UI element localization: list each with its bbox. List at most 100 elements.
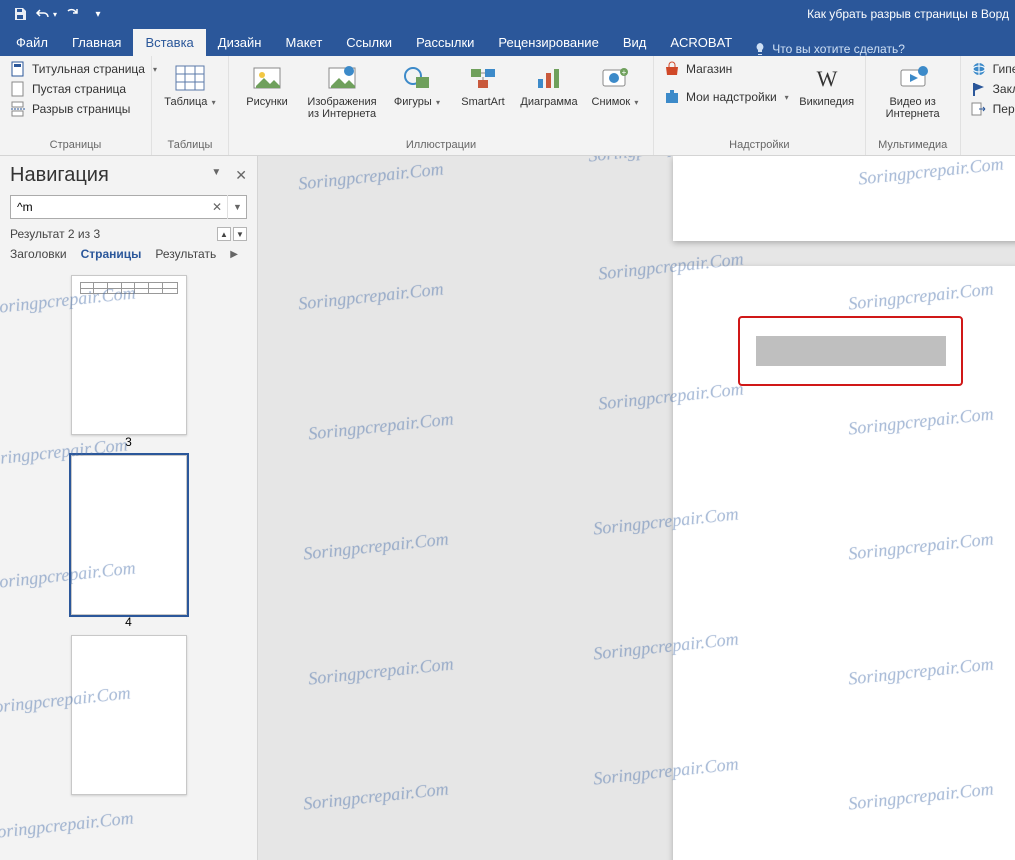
pictures-button[interactable]: Рисунки	[237, 60, 297, 110]
save-icon	[13, 7, 27, 21]
watermark: Soringpcrepair.Com	[297, 158, 444, 194]
group-pages: Титульная страница ▾ Пустая страница Раз…	[0, 56, 152, 155]
cover-page-button[interactable]: Титульная страница ▾	[8, 60, 159, 78]
group-media-label: Мультимедиа	[874, 137, 952, 155]
document-title: Как убрать разрыв страницы в Ворд	[807, 0, 1009, 28]
page-current[interactable]	[673, 266, 1015, 860]
undo-icon	[35, 7, 51, 21]
thumbnail-page-3[interactable]	[71, 275, 187, 435]
screenshot-label: Снимок	[592, 96, 631, 108]
group-tables: Таблица ▾ Таблицы	[152, 56, 229, 155]
thumb-table-icon	[80, 282, 178, 294]
chevron-down-icon: ▾	[434, 98, 440, 107]
group-addins-label: Надстройки	[662, 137, 857, 155]
tab-insert[interactable]: Вставка	[133, 29, 205, 56]
chevron-down-icon: ▾	[209, 98, 215, 107]
customize-icon: ▾	[95, 9, 100, 20]
title-bar: ▾ ▾ Как убрать разрыв страницы в Ворд	[0, 0, 1015, 28]
qat-customize-button[interactable]: ▾	[86, 2, 110, 26]
online-video-button[interactable]: Видео изИнтернета	[874, 60, 952, 122]
pictures-icon	[251, 62, 283, 94]
tab-view[interactable]: Вид	[611, 29, 659, 56]
undo-button[interactable]: ▾	[34, 2, 58, 26]
page-previous[interactable]	[673, 156, 1015, 241]
tab-file[interactable]: Файл	[4, 29, 60, 56]
wikipedia-button[interactable]: W Википедия	[797, 60, 857, 110]
ribbon-tabs: Файл Главная Вставка Дизайн Макет Ссылки…	[0, 28, 1015, 56]
smartart-button[interactable]: SmartArt	[453, 60, 513, 110]
shapes-icon	[401, 62, 433, 94]
crossref-icon	[971, 101, 987, 117]
bookmark-icon	[971, 81, 987, 97]
hyperlink-button[interactable]: Гиперссылка	[969, 60, 1015, 78]
group-illustrations: Рисунки Изображенияиз Интернета Фигуры ▾…	[229, 56, 654, 155]
thumbnail-page-4[interactable]	[71, 455, 187, 615]
watermark: Soringpcrepair.Com	[307, 653, 454, 689]
online-pictures-icon	[326, 62, 358, 94]
screenshot-icon: +	[599, 62, 631, 94]
workspace: Навигация ▼ ✕ ✕ ▼ Результат 2 из 3 ▲ ▼ З…	[0, 156, 1015, 860]
thumbnail-page-5[interactable]	[71, 635, 187, 795]
my-addins-button[interactable]: Мои надстройки ▾	[662, 88, 791, 106]
search-options-button[interactable]: ▼	[227, 195, 247, 219]
watermark: Soringpcrepair.Com	[297, 278, 444, 314]
tab-mailings[interactable]: Рассылки	[404, 29, 486, 56]
page-break-button[interactable]: Разрыв страницы	[8, 100, 159, 118]
next-result-button[interactable]: ▼	[233, 227, 247, 241]
tab-references[interactable]: Ссылки	[334, 29, 404, 56]
page-break-label: Разрыв страницы	[32, 102, 130, 116]
tab-review[interactable]: Рецензирование	[486, 29, 610, 56]
nav-close-button[interactable]: ✕	[235, 167, 247, 184]
store-label: Магазин	[686, 62, 732, 76]
redo-button[interactable]	[60, 2, 84, 26]
shapes-button[interactable]: Фигуры ▾	[387, 60, 447, 111]
group-links-label: Ссылки	[969, 137, 1015, 155]
nav-options-button[interactable]: ▼	[211, 167, 221, 184]
group-tables-label: Таблицы	[160, 137, 220, 155]
clear-search-button[interactable]: ✕	[207, 195, 227, 219]
blank-page-button[interactable]: Пустая страница	[8, 80, 159, 98]
tab-home[interactable]: Главная	[60, 29, 133, 56]
table-button[interactable]: Таблица ▾	[160, 60, 220, 111]
thumb-number: 3	[125, 435, 132, 449]
table-icon	[174, 62, 206, 94]
my-addins-label: Мои надстройки	[686, 90, 777, 104]
tab-design[interactable]: Дизайн	[206, 29, 274, 56]
prev-result-button[interactable]: ▲	[217, 227, 231, 241]
page-thumbnails: 3 4	[10, 271, 247, 852]
page-break-marker[interactable]	[756, 336, 946, 366]
nav-tab-pages[interactable]: Страницы	[81, 247, 142, 261]
crossref-button[interactable]: Перекрестная ссылка	[969, 100, 1015, 118]
lightbulb-icon	[754, 42, 766, 56]
wikipedia-label: Википедия	[799, 96, 854, 108]
tell-me-search[interactable]: Что вы хотите сделать?	[744, 42, 915, 56]
bookmark-label: Закладка	[993, 82, 1015, 96]
online-pictures-button[interactable]: Изображенияиз Интернета	[303, 60, 381, 122]
store-button[interactable]: Магазин	[662, 60, 791, 78]
video-icon	[897, 62, 929, 94]
page-break-icon	[10, 101, 26, 117]
chevron-down-icon: ▾	[53, 10, 57, 19]
save-button[interactable]	[8, 2, 32, 26]
document-area[interactable]: Soringpcrepair.Com Soringpcrepair.Com So…	[258, 156, 1015, 860]
screenshot-button[interactable]: + Снимок ▾	[585, 60, 645, 111]
group-links: Гиперссылка Закладка Перекрестная ссылка…	[961, 56, 1015, 155]
page-break-highlight	[738, 316, 963, 386]
bookmark-button[interactable]: Закладка	[969, 80, 1015, 98]
nav-tab-results[interactable]: Результать	[155, 247, 216, 261]
nav-result-text: Результат 2 из 3	[10, 227, 100, 241]
chevron-down-icon: ▼	[233, 202, 242, 212]
tab-acrobat[interactable]: ACROBAT	[658, 29, 744, 56]
nav-tab-headings[interactable]: Заголовки	[10, 247, 67, 261]
chevron-down-icon: ▾	[785, 93, 789, 102]
pictures-label: Рисунки	[246, 96, 288, 108]
cover-page-icon	[10, 61, 26, 77]
hyperlink-icon	[971, 61, 987, 77]
chart-button[interactable]: Диаграмма	[519, 60, 579, 110]
group-media: Видео изИнтернета Мультимедиа	[866, 56, 961, 155]
chart-label: Диаграмма	[520, 96, 577, 108]
shapes-label: Фигуры	[394, 96, 432, 108]
wikipedia-icon: W	[811, 62, 843, 94]
nav-tab-more[interactable]: ▶	[230, 249, 238, 260]
tab-layout[interactable]: Макет	[273, 29, 334, 56]
